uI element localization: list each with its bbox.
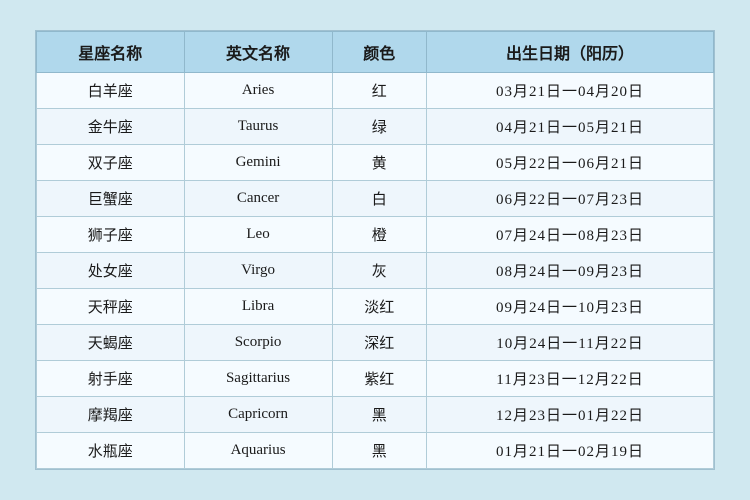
cell-color: 红: [332, 73, 427, 109]
cell-english-name: Virgo: [184, 253, 332, 289]
cell-chinese-name: 天蝎座: [37, 325, 185, 361]
cell-chinese-name: 狮子座: [37, 217, 185, 253]
cell-color: 深红: [332, 325, 427, 361]
cell-english-name: Sagittarius: [184, 361, 332, 397]
cell-english-name: Libra: [184, 289, 332, 325]
col-header-dates: 出生日期（阳历）: [427, 32, 714, 73]
cell-color: 绿: [332, 109, 427, 145]
cell-color: 黑: [332, 433, 427, 469]
cell-dates: 10月24日一11月22日: [427, 325, 714, 361]
table-row: 水瓶座Aquarius黑01月21日一02月19日: [37, 433, 714, 469]
cell-color: 紫红: [332, 361, 427, 397]
table-body: 白羊座Aries红03月21日一04月20日金牛座Taurus绿04月21日一0…: [37, 73, 714, 469]
cell-chinese-name: 水瓶座: [37, 433, 185, 469]
table-row: 处女座Virgo灰08月24日一09月23日: [37, 253, 714, 289]
cell-dates: 01月21日一02月19日: [427, 433, 714, 469]
cell-dates: 04月21日一05月21日: [427, 109, 714, 145]
cell-english-name: Leo: [184, 217, 332, 253]
table-header-row: 星座名称 英文名称 颜色 出生日期（阳历）: [37, 32, 714, 73]
cell-english-name: Capricorn: [184, 397, 332, 433]
cell-english-name: Scorpio: [184, 325, 332, 361]
table-row: 金牛座Taurus绿04月21日一05月21日: [37, 109, 714, 145]
cell-dates: 05月22日一06月21日: [427, 145, 714, 181]
cell-dates: 09月24日一10月23日: [427, 289, 714, 325]
col-header-color: 颜色: [332, 32, 427, 73]
table-row: 狮子座Leo橙07月24日一08月23日: [37, 217, 714, 253]
cell-color: 黑: [332, 397, 427, 433]
col-header-chinese: 星座名称: [37, 32, 185, 73]
cell-dates: 12月23日一01月22日: [427, 397, 714, 433]
cell-dates: 03月21日一04月20日: [427, 73, 714, 109]
cell-chinese-name: 金牛座: [37, 109, 185, 145]
cell-color: 橙: [332, 217, 427, 253]
zodiac-table-container: 星座名称 英文名称 颜色 出生日期（阳历） 白羊座Aries红03月21日一04…: [35, 30, 715, 470]
col-header-english: 英文名称: [184, 32, 332, 73]
cell-chinese-name: 白羊座: [37, 73, 185, 109]
table-row: 天蝎座Scorpio深红10月24日一11月22日: [37, 325, 714, 361]
cell-english-name: Cancer: [184, 181, 332, 217]
cell-color: 淡红: [332, 289, 427, 325]
cell-english-name: Gemini: [184, 145, 332, 181]
cell-color: 灰: [332, 253, 427, 289]
cell-english-name: Taurus: [184, 109, 332, 145]
cell-chinese-name: 处女座: [37, 253, 185, 289]
table-row: 天秤座Libra淡红09月24日一10月23日: [37, 289, 714, 325]
zodiac-table: 星座名称 英文名称 颜色 出生日期（阳历） 白羊座Aries红03月21日一04…: [36, 31, 714, 469]
cell-english-name: Aquarius: [184, 433, 332, 469]
table-row: 摩羯座Capricorn黑12月23日一01月22日: [37, 397, 714, 433]
cell-dates: 08月24日一09月23日: [427, 253, 714, 289]
cell-color: 黄: [332, 145, 427, 181]
cell-english-name: Aries: [184, 73, 332, 109]
cell-dates: 07月24日一08月23日: [427, 217, 714, 253]
cell-chinese-name: 双子座: [37, 145, 185, 181]
cell-chinese-name: 射手座: [37, 361, 185, 397]
cell-dates: 06月22日一07月23日: [427, 181, 714, 217]
cell-chinese-name: 天秤座: [37, 289, 185, 325]
table-row: 双子座Gemini黄05月22日一06月21日: [37, 145, 714, 181]
cell-color: 白: [332, 181, 427, 217]
cell-dates: 11月23日一12月22日: [427, 361, 714, 397]
table-row: 巨蟹座Cancer白06月22日一07月23日: [37, 181, 714, 217]
table-row: 射手座Sagittarius紫红11月23日一12月22日: [37, 361, 714, 397]
cell-chinese-name: 摩羯座: [37, 397, 185, 433]
table-row: 白羊座Aries红03月21日一04月20日: [37, 73, 714, 109]
cell-chinese-name: 巨蟹座: [37, 181, 185, 217]
